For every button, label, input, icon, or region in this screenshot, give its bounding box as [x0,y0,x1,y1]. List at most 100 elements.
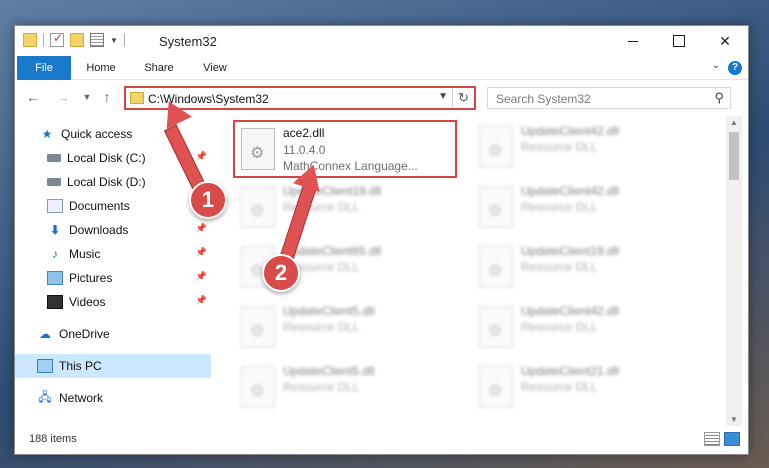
properties-check-icon[interactable] [50,31,64,47]
file-version: 11.0.4.0 [283,143,326,157]
pin-icon[interactable]: 📌 [196,271,207,282]
file-name: UpdateClient19.dll [283,184,382,198]
file-item[interactable]: UpdateClient19.dll Resource DLL [473,240,693,294]
ribbon-tabs: File Home Share View ⌄ ? [15,56,748,80]
maximize-button[interactable] [656,26,702,56]
search-icon[interactable]: ⚲ [714,90,724,106]
sidebar-item-label: Local Disk (C:) [67,151,146,165]
sidebar-item-label: Videos [69,295,106,309]
music-icon: ♪ [52,247,58,261]
file-item[interactable]: UpdateClient42.dll Resource DLL [473,120,693,174]
file-type: Resource DLL [521,320,598,334]
sidebar-item-pictures[interactable]: Pictures 📌 [15,266,211,290]
star-icon: ★ [41,127,53,141]
dll-file-icon [241,186,275,228]
pin-icon[interactable]: 📌 [196,223,207,234]
dll-file-icon [479,306,513,348]
file-name: UpdateClient42.dll [521,124,620,138]
sidebar-item-onedrive[interactable]: ☁ OneDrive [15,322,211,346]
file-type: Resource DLL [283,320,360,334]
scroll-thumb[interactable] [729,132,739,180]
videos-icon [47,295,63,309]
navigation-bar: ← → ▼ ↑ C:\Windows\System32 ▼ ↻ Search S… [15,82,748,114]
network-icon: 🖧 [38,389,52,404]
pin-icon[interactable]: 📌 [196,247,207,258]
details-view-icon[interactable] [704,432,720,446]
documents-icon [47,199,63,213]
dll-file-icon [241,366,275,408]
sidebar-item-network[interactable]: 🖧 Network [15,386,211,410]
onedrive-icon: ☁ [39,327,51,341]
window-title: System32 [159,34,217,49]
sidebar-item-this-pc[interactable]: This PC [15,354,211,378]
chevron-down-icon[interactable]: ▼ [438,91,448,102]
pin-icon[interactable]: 📌 [196,295,207,306]
file-name: ace2.dll [283,126,325,140]
dll-file-icon [479,366,513,408]
dll-file-icon [479,186,513,228]
search-placeholder: Search System32 [496,92,591,106]
sidebar-item-label: Pictures [69,271,113,285]
up-arrow-icon[interactable]: ↑ [99,88,115,106]
sidebar-item-label: Local Disk (D:) [67,175,146,189]
tab-file[interactable]: File [17,56,71,80]
file-name: UpdateClient42.dll [521,184,620,198]
customize-icon[interactable] [90,33,104,47]
tab-view[interactable]: View [191,56,239,80]
large-icons-view-icon[interactable] [724,432,740,446]
file-item[interactable]: UpdateClient5.dll Resource DLL [235,300,455,354]
file-type: Resource DLL [521,380,598,394]
sidebar-item-label: This PC [59,359,102,373]
refresh-icon[interactable]: ↻ [452,88,474,108]
item-count: 188 items [29,433,77,445]
forward-arrow-icon[interactable]: → [55,88,71,106]
sidebar-item-label: Network [59,391,104,405]
file-type: Resource DLL [521,200,598,214]
sidebar-item-documents[interactable]: Documents 📌 [15,194,211,218]
disk-icon [47,178,61,186]
file-item[interactable]: UpdateClient42.dll Resource DLL [473,300,693,354]
minimize-button[interactable] [610,26,656,56]
dll-file-icon [479,126,513,168]
scroll-down-icon[interactable]: ▼ [730,415,738,424]
download-icon: ⬇ [49,223,61,237]
chevron-down-icon[interactable]: ▼ [110,36,118,45]
help-button[interactable]: ? [728,61,742,75]
file-item[interactable]: UpdateClient21.dll Resource DLL [473,360,693,414]
sidebar-item-videos[interactable]: Videos 📌 [15,290,211,314]
explorer-window: ▼ System32 ✕ File Home Share View ⌄ ? ← … [14,25,749,455]
ribbon-expand-icon[interactable]: ⌄ [712,60,720,71]
disk-icon [47,154,61,162]
recent-locations-icon[interactable]: ▼ [79,88,95,106]
sidebar-item-downloads[interactable]: ⬇ Downloads 📌 [15,218,211,242]
file-name: UpdateClient5.dll [283,364,375,378]
vertical-scrollbar[interactable]: ▲ ▼ [726,116,742,426]
new-folder-icon[interactable] [70,33,84,47]
file-item[interactable]: UpdateClient42.dll Resource DLL [473,180,693,234]
tab-home[interactable]: Home [77,56,125,80]
divider [43,33,44,47]
file-item[interactable]: UpdateClient5.dll Resource DLL [235,360,455,414]
file-name: UpdateClient21.dll [521,364,620,378]
back-arrow-icon[interactable]: ← [25,88,41,106]
file-item[interactable]: UpdateClient19.dll Resource DLL [235,180,455,234]
search-input[interactable]: Search System32 ⚲ [487,87,731,109]
file-type: Resource DLL [283,380,360,394]
step-badge-1: 1 [189,181,227,219]
pin-icon[interactable]: 📌 [196,151,207,162]
step-badge-2: 2 [262,254,300,292]
window-controls: ✕ [610,26,748,56]
scroll-up-icon[interactable]: ▲ [730,118,738,127]
tab-share[interactable]: Share [135,56,183,80]
close-button[interactable]: ✕ [702,26,748,56]
folder-icon[interactable] [23,33,37,47]
sidebar-item-music[interactable]: ♪ Music 📌 [15,242,211,266]
divider [123,33,125,47]
sidebar-item-label: Downloads [69,223,129,237]
pc-icon [37,359,53,373]
sidebar-item-label: Quick access [61,127,133,141]
dll-file-icon [241,306,275,348]
sidebar-item-label: Music [69,247,101,261]
file-item-ace2-dll[interactable]: ace2.dll 11.0.4.0 MathConnex Language... [233,120,457,178]
sidebar-item-local-disk-d[interactable]: Local Disk (D:) [15,170,211,194]
